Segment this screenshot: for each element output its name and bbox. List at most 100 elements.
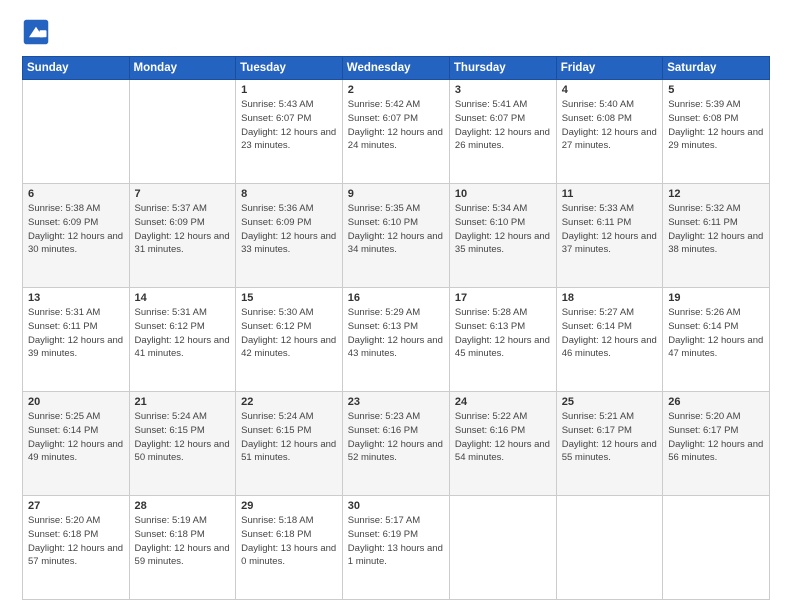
day-number: 18 [562,292,657,304]
weekday-header-monday: Monday [129,57,236,80]
weekday-header-thursday: Thursday [449,57,556,80]
day-info: Sunrise: 5:32 AM Sunset: 6:11 PM Dayligh… [668,202,764,257]
calendar-cell: 30 Sunrise: 5:17 AM Sunset: 6:19 PM Dayli… [342,496,449,600]
day-info: Sunrise: 5:21 AM Sunset: 6:17 PM Dayligh… [562,410,657,465]
day-info: Sunrise: 5:31 AM Sunset: 6:12 PM Dayligh… [135,306,231,361]
day-info: Sunrise: 5:37 AM Sunset: 6:09 PM Dayligh… [135,202,231,257]
day-number: 4 [562,84,657,96]
day-number: 1 [241,84,337,96]
calendar-cell: 20 Sunrise: 5:25 AM Sunset: 6:14 PM Dayli… [23,392,130,496]
day-number: 14 [135,292,231,304]
day-info: Sunrise: 5:28 AM Sunset: 6:13 PM Dayligh… [455,306,551,361]
day-info: Sunrise: 5:23 AM Sunset: 6:16 PM Dayligh… [348,410,444,465]
day-number: 10 [455,188,551,200]
week-row-1: 6 Sunrise: 5:38 AM Sunset: 6:09 PM Daylig… [23,184,770,288]
day-info: Sunrise: 5:38 AM Sunset: 6:09 PM Dayligh… [28,202,124,257]
day-number: 3 [455,84,551,96]
week-row-0: 1 Sunrise: 5:43 AM Sunset: 6:07 PM Daylig… [23,80,770,184]
day-number: 15 [241,292,337,304]
day-number: 16 [348,292,444,304]
day-number: 19 [668,292,764,304]
calendar-cell: 2 Sunrise: 5:42 AM Sunset: 6:07 PM Daylig… [342,80,449,184]
calendar-cell: 19 Sunrise: 5:26 AM Sunset: 6:14 PM Dayli… [663,288,770,392]
logo [22,18,54,46]
day-number: 24 [455,396,551,408]
day-number: 12 [668,188,764,200]
day-info: Sunrise: 5:22 AM Sunset: 6:16 PM Dayligh… [455,410,551,465]
day-info: Sunrise: 5:27 AM Sunset: 6:14 PM Dayligh… [562,306,657,361]
day-number: 13 [28,292,124,304]
calendar-table: SundayMondayTuesdayWednesdayThursdayFrid… [22,56,770,600]
calendar-cell: 4 Sunrise: 5:40 AM Sunset: 6:08 PM Daylig… [556,80,662,184]
day-number: 11 [562,188,657,200]
calendar-cell [663,496,770,600]
day-info: Sunrise: 5:26 AM Sunset: 6:14 PM Dayligh… [668,306,764,361]
day-number: 6 [28,188,124,200]
calendar-cell: 28 Sunrise: 5:19 AM Sunset: 6:18 PM Dayli… [129,496,236,600]
header [22,18,770,46]
day-info: Sunrise: 5:30 AM Sunset: 6:12 PM Dayligh… [241,306,337,361]
day-info: Sunrise: 5:39 AM Sunset: 6:08 PM Dayligh… [668,98,764,153]
week-row-2: 13Sunrise: 5:31 AM Sunset: 6:11 PM Dayli… [23,288,770,392]
day-info: Sunrise: 5:34 AM Sunset: 6:10 PM Dayligh… [455,202,551,257]
day-info: Sunrise: 5:24 AM Sunset: 6:15 PM Dayligh… [241,410,337,465]
calendar-cell [449,496,556,600]
calendar-cell: 11 Sunrise: 5:33 AM Sunset: 6:11 PM Dayli… [556,184,662,288]
day-info: Sunrise: 5:42 AM Sunset: 6:07 PM Dayligh… [348,98,444,153]
calendar-cell: 6 Sunrise: 5:38 AM Sunset: 6:09 PM Daylig… [23,184,130,288]
calendar-cell: 3Sunrise: 5:41 AM Sunset: 6:07 PM Daylig… [449,80,556,184]
day-number: 20 [28,396,124,408]
calendar-cell: 10 Sunrise: 5:34 AM Sunset: 6:10 PM Dayli… [449,184,556,288]
day-info: Sunrise: 5:24 AM Sunset: 6:15 PM Dayligh… [135,410,231,465]
calendar-cell: 5 Sunrise: 5:39 AM Sunset: 6:08 PM Daylig… [663,80,770,184]
day-info: Sunrise: 5:18 AM Sunset: 6:18 PM Dayligh… [241,514,337,569]
day-number: 28 [135,500,231,512]
day-info: Sunrise: 5:19 AM Sunset: 6:18 PM Dayligh… [135,514,231,569]
day-info: Sunrise: 5:35 AM Sunset: 6:10 PM Dayligh… [348,202,444,257]
calendar-cell: 21 Sunrise: 5:24 AM Sunset: 6:15 PM Dayli… [129,392,236,496]
day-number: 17 [455,292,551,304]
calendar-cell: 12 Sunrise: 5:32 AM Sunset: 6:11 PM Dayli… [663,184,770,288]
calendar-cell: 26 Sunrise: 5:20 AM Sunset: 6:17 PM Dayli… [663,392,770,496]
weekday-header-saturday: Saturday [663,57,770,80]
calendar-cell: 9 Sunrise: 5:35 AM Sunset: 6:10 PM Daylig… [342,184,449,288]
day-number: 8 [241,188,337,200]
day-info: Sunrise: 5:20 AM Sunset: 6:18 PM Dayligh… [28,514,124,569]
calendar-cell [23,80,130,184]
day-info: Sunrise: 5:36 AM Sunset: 6:09 PM Dayligh… [241,202,337,257]
day-info: Sunrise: 5:40 AM Sunset: 6:08 PM Dayligh… [562,98,657,153]
calendar-cell: 7Sunrise: 5:37 AM Sunset: 6:09 PM Daylig… [129,184,236,288]
day-info: Sunrise: 5:25 AM Sunset: 6:14 PM Dayligh… [28,410,124,465]
weekday-header-sunday: Sunday [23,57,130,80]
day-info: Sunrise: 5:17 AM Sunset: 6:19 PM Dayligh… [348,514,444,569]
calendar-cell [129,80,236,184]
calendar-cell: 29Sunrise: 5:18 AM Sunset: 6:18 PM Dayli… [236,496,343,600]
calendar-cell: 15 Sunrise: 5:30 AM Sunset: 6:12 PM Dayli… [236,288,343,392]
day-number: 23 [348,396,444,408]
calendar-cell: 14 Sunrise: 5:31 AM Sunset: 6:12 PM Dayli… [129,288,236,392]
calendar-cell: 27 Sunrise: 5:20 AM Sunset: 6:18 PM Dayli… [23,496,130,600]
day-number: 5 [668,84,764,96]
week-row-4: 27 Sunrise: 5:20 AM Sunset: 6:18 PM Dayli… [23,496,770,600]
logo-icon [22,18,50,46]
day-number: 21 [135,396,231,408]
calendar-cell: 17 Sunrise: 5:28 AM Sunset: 6:13 PM Dayli… [449,288,556,392]
day-number: 26 [668,396,764,408]
day-number: 9 [348,188,444,200]
day-number: 30 [348,500,444,512]
week-row-3: 20 Sunrise: 5:25 AM Sunset: 6:14 PM Dayli… [23,392,770,496]
calendar-cell: 8 Sunrise: 5:36 AM Sunset: 6:09 PM Daylig… [236,184,343,288]
weekday-header-friday: Friday [556,57,662,80]
calendar-cell: 25Sunrise: 5:21 AM Sunset: 6:17 PM Dayli… [556,392,662,496]
day-info: Sunrise: 5:20 AM Sunset: 6:17 PM Dayligh… [668,410,764,465]
day-number: 27 [28,500,124,512]
page: SundayMondayTuesdayWednesdayThursdayFrid… [0,0,792,612]
day-number: 22 [241,396,337,408]
calendar-header-row: SundayMondayTuesdayWednesdayThursdayFrid… [23,57,770,80]
day-number: 2 [348,84,444,96]
calendar-cell: 13Sunrise: 5:31 AM Sunset: 6:11 PM Dayli… [23,288,130,392]
calendar-cell: 1 Sunrise: 5:43 AM Sunset: 6:07 PM Daylig… [236,80,343,184]
day-info: Sunrise: 5:43 AM Sunset: 6:07 PM Dayligh… [241,98,337,153]
calendar-cell: 23 Sunrise: 5:23 AM Sunset: 6:16 PM Dayli… [342,392,449,496]
day-info: Sunrise: 5:33 AM Sunset: 6:11 PM Dayligh… [562,202,657,257]
